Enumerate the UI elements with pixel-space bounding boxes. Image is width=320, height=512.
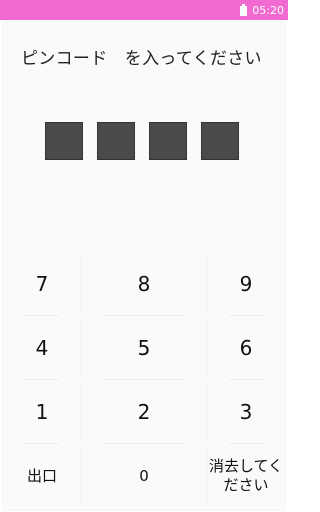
status-indicators: 05:20 xyxy=(240,0,284,20)
key-4[interactable]: 4 xyxy=(3,316,81,380)
key-7[interactable]: 7 xyxy=(3,252,81,316)
pin-indicator-row xyxy=(45,122,239,160)
status-time: 05:20 xyxy=(252,3,284,17)
pin-prompt: ピンコード を入ってください xyxy=(21,49,262,69)
pin-digit-box xyxy=(149,122,187,160)
key-6[interactable]: 6 xyxy=(207,316,285,380)
pin-digit-box xyxy=(201,122,239,160)
pin-digit-box xyxy=(97,122,135,160)
pin-digit-box xyxy=(45,122,83,160)
key-9[interactable]: 9 xyxy=(207,252,285,316)
keypad: 7 8 9 4 5 6 1 2 3 出口 0 消去してください xyxy=(3,252,285,508)
status-bar: 05:20 xyxy=(0,0,288,20)
key-5[interactable]: 5 xyxy=(81,316,207,380)
battery-icon xyxy=(240,4,248,16)
key-1[interactable]: 1 xyxy=(3,380,81,444)
key-3[interactable]: 3 xyxy=(207,380,285,444)
pin-entry-card: ピンコード を入ってください 7 8 9 4 5 6 1 2 3 出口 0 消去… xyxy=(3,22,285,510)
key-0[interactable]: 0 xyxy=(81,444,207,508)
clear-button[interactable]: 消去してください xyxy=(207,444,285,508)
key-8[interactable]: 8 xyxy=(81,252,207,316)
key-2[interactable]: 2 xyxy=(81,380,207,444)
exit-button[interactable]: 出口 xyxy=(3,444,81,508)
